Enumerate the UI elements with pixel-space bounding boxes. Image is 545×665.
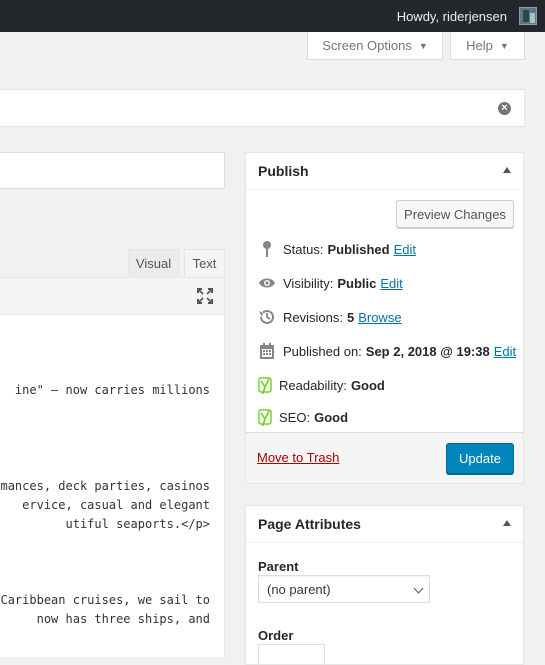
editor-toolbar	[0, 277, 225, 315]
seo-label: SEO:	[279, 409, 311, 425]
preview-changes-button[interactable]: Preview Changes	[396, 200, 514, 228]
revisions-label: Revisions:	[283, 309, 343, 325]
published-on-value: Sep 2, 2018 @ 19:38	[365, 343, 490, 359]
published-on-edit-link[interactable]: Edit	[494, 344, 516, 359]
code-line: Caribbean cruises, we sail to	[0, 593, 210, 607]
tab-text-label: Text	[192, 256, 217, 271]
history-icon	[258, 308, 276, 326]
update-button[interactable]: Update	[446, 443, 514, 474]
visibility-label: Visibility:	[283, 275, 334, 291]
published-on-row: Published on: Sep 2, 2018 @ 19:38 Edit	[258, 342, 516, 360]
eye-icon	[258, 274, 276, 292]
tab-visual[interactable]: Visual	[128, 249, 179, 277]
screen-options-label: Screen Options	[322, 38, 412, 53]
order-label: Order	[258, 628, 294, 643]
published-on-label: Published on:	[283, 343, 362, 359]
parent-label: Parent	[258, 559, 299, 574]
title-input[interactable]	[0, 152, 225, 189]
parent-select[interactable]: (no parent)	[258, 575, 430, 603]
order-input[interactable]	[258, 644, 325, 664]
caret-down-icon: ▼	[418, 40, 428, 51]
howdy-greeting[interactable]: Howdy, riderjensen	[397, 9, 507, 24]
code-line: ervice, casual and elegant	[22, 498, 210, 512]
tab-visual-label: Visual	[135, 256, 172, 271]
readability-label: Readability:	[279, 377, 347, 393]
visibility-row: Visibility: Public Edit	[258, 274, 403, 292]
page-attributes-box: Page Attributes Parent (no parent) Order	[245, 505, 524, 665]
pin-icon	[258, 240, 276, 258]
publish-box-header[interactable]: Publish	[246, 153, 523, 190]
help-label: Help	[466, 38, 493, 53]
code-line: ine" — now carries millions	[14, 383, 210, 397]
publish-box: Publish Preview Changes Status: Publishe…	[245, 152, 524, 484]
status-row: Status: Published Edit	[258, 240, 416, 258]
chevron-down-icon	[413, 583, 424, 594]
readability-value: Good	[350, 377, 385, 393]
dismiss-icon[interactable]: ×	[498, 102, 511, 115]
content-textarea[interactable]: ine" — now carries millions rmances, dec…	[0, 315, 225, 657]
code-line: now has three ships, and	[29, 612, 210, 626]
fullscreen-icon[interactable]	[196, 287, 214, 305]
visibility-edit-link[interactable]: Edit	[380, 276, 402, 291]
preview-changes-label: Preview Changes	[404, 206, 506, 222]
revisions-value: 5	[346, 309, 355, 325]
toggle-arrow-icon[interactable]	[503, 520, 511, 526]
toggle-arrow-icon[interactable]	[503, 167, 511, 173]
code-line: rmances, deck parties, casinos	[0, 479, 210, 493]
publish-title: Publish	[258, 163, 309, 179]
seo-row: SEO: Good	[258, 408, 348, 426]
revisions-row: Revisions: 5 Browse	[258, 308, 402, 326]
admin-notice: ×	[0, 89, 525, 127]
calendar-icon	[258, 342, 276, 360]
readability-row: Readability: Good	[258, 376, 385, 394]
move-to-trash-link[interactable]: Move to Trash	[257, 450, 339, 465]
yoast-icon	[258, 376, 272, 394]
status-label: Status:	[283, 241, 324, 257]
yoast-icon	[258, 408, 272, 426]
code-line: utiful seaports.</p>	[65, 517, 211, 531]
major-publishing-actions: Move to Trash Update	[246, 432, 523, 483]
status-value: Published	[327, 241, 390, 257]
parent-select-value: (no parent)	[267, 581, 331, 597]
screen-options-button[interactable]: Screen Options ▼	[307, 32, 443, 60]
seo-value: Good	[314, 409, 349, 425]
revisions-browse-link[interactable]: Browse	[358, 310, 401, 325]
visibility-value: Public	[337, 275, 377, 291]
tab-text[interactable]: Text	[184, 249, 225, 277]
page-attributes-header[interactable]: Page Attributes	[246, 506, 523, 543]
avatar[interactable]	[519, 7, 537, 25]
status-edit-link[interactable]: Edit	[394, 242, 416, 257]
page-attributes-title: Page Attributes	[258, 516, 361, 532]
update-label: Update	[459, 451, 501, 466]
admin-bar: Howdy, riderjensen	[0, 0, 545, 32]
help-button[interactable]: Help ▼	[450, 32, 525, 60]
caret-down-icon: ▼	[499, 40, 509, 51]
